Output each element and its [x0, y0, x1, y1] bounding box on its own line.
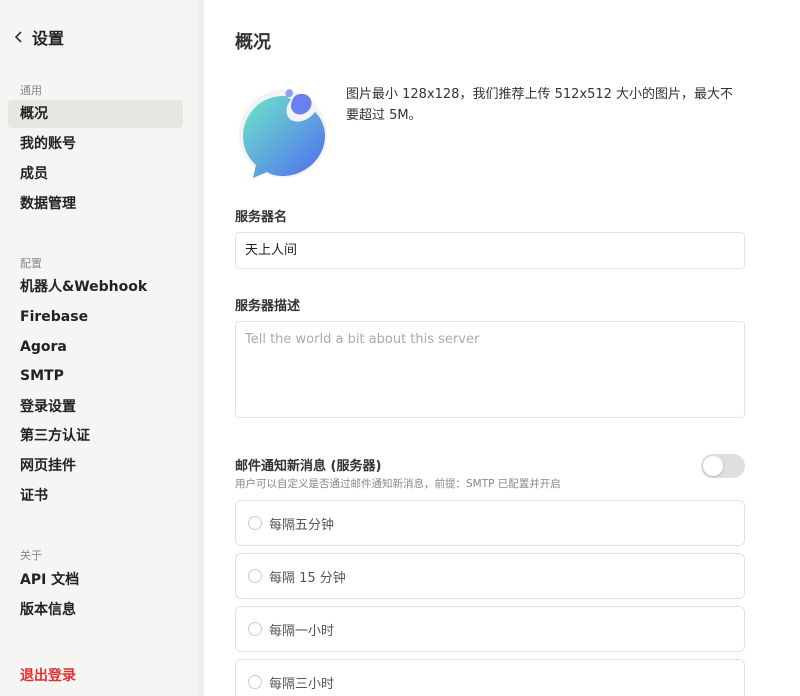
- section-label-general: 通用: [20, 84, 42, 97]
- sidebar-item-api[interactable]: API 文档: [8, 566, 183, 594]
- frequency-option[interactable]: 每隔五分钟: [235, 500, 745, 546]
- sidebar-item-firebase[interactable]: Firebase: [8, 303, 183, 331]
- frequency-option-label: 每隔五分钟: [269, 517, 335, 533]
- toggle-knob: [703, 456, 723, 476]
- sidebar-item-cert[interactable]: 证书: [8, 482, 183, 510]
- frequency-option-label: 每隔一小时: [269, 623, 335, 639]
- radio-circle-icon[interactable]: [248, 675, 262, 689]
- main-content: 概况 图片最小 128x128，我们推荐上传 512x512 大小的图片，最大不…: [235, 0, 755, 696]
- radio-circle-icon[interactable]: [248, 622, 262, 636]
- frequency-option[interactable]: 每隔三小时: [235, 659, 745, 696]
- server-desc-label: 服务器描述: [235, 299, 301, 314]
- sidebar: 设置 通用 概况 我的账号 成员 数据管理 配置 机器人&Webhook Fir…: [0, 0, 204, 696]
- sidebar-item-login[interactable]: 登录设置: [8, 393, 183, 421]
- server-name-label: 服务器名: [235, 210, 288, 225]
- server-avatar-icon[interactable]: [235, 86, 331, 182]
- email-notify-toggle[interactable]: [701, 454, 745, 478]
- section-label-about: 关于: [20, 549, 42, 562]
- page-title: 概况: [235, 32, 271, 53]
- sidebar-item-agora[interactable]: Agora: [8, 333, 183, 361]
- sidebar-item-overview[interactable]: 概况: [8, 100, 183, 128]
- email-notify-hint: 用户可以自定义是否通过邮件通知新消息，前提：SMTP 已配置并开启: [235, 478, 561, 490]
- sidebar-item-oauth[interactable]: 第三方认证: [8, 422, 183, 450]
- frequency-option[interactable]: 每隔一小时: [235, 606, 745, 652]
- logout-button[interactable]: 退出登录: [8, 662, 183, 690]
- sidebar-item-account[interactable]: 我的账号: [8, 130, 183, 158]
- sidebar-item-bots[interactable]: 机器人&Webhook: [8, 273, 183, 301]
- frequency-option[interactable]: 每隔 15 分钟: [235, 553, 745, 599]
- sidebar-title: 设置: [32, 29, 65, 48]
- server-name-input[interactable]: 天上人间: [235, 232, 745, 269]
- server-desc-input[interactable]: [235, 321, 745, 418]
- frequency-option-label: 每隔三小时: [269, 676, 335, 692]
- sidebar-item-widget[interactable]: 网页挂件: [8, 452, 183, 480]
- radio-circle-icon[interactable]: [248, 569, 262, 583]
- chevron-left-icon[interactable]: [12, 30, 26, 44]
- sidebar-item-smtp[interactable]: SMTP: [8, 362, 183, 390]
- frequency-option-label: 每隔 15 分钟: [269, 570, 346, 586]
- sidebar-item-data[interactable]: 数据管理: [8, 190, 183, 218]
- email-notify-label: 邮件通知新消息 (服务器): [235, 459, 382, 474]
- avatar-upload-hint: 图片最小 128x128，我们推荐上传 512x512 大小的图片，最大不要超过…: [346, 87, 734, 123]
- sidebar-header[interactable]: 设置: [12, 24, 64, 50]
- radio-circle-icon[interactable]: [248, 516, 262, 530]
- sidebar-item-members[interactable]: 成员: [8, 160, 183, 188]
- section-label-config: 配置: [20, 257, 42, 270]
- sidebar-item-version[interactable]: 版本信息: [8, 596, 183, 624]
